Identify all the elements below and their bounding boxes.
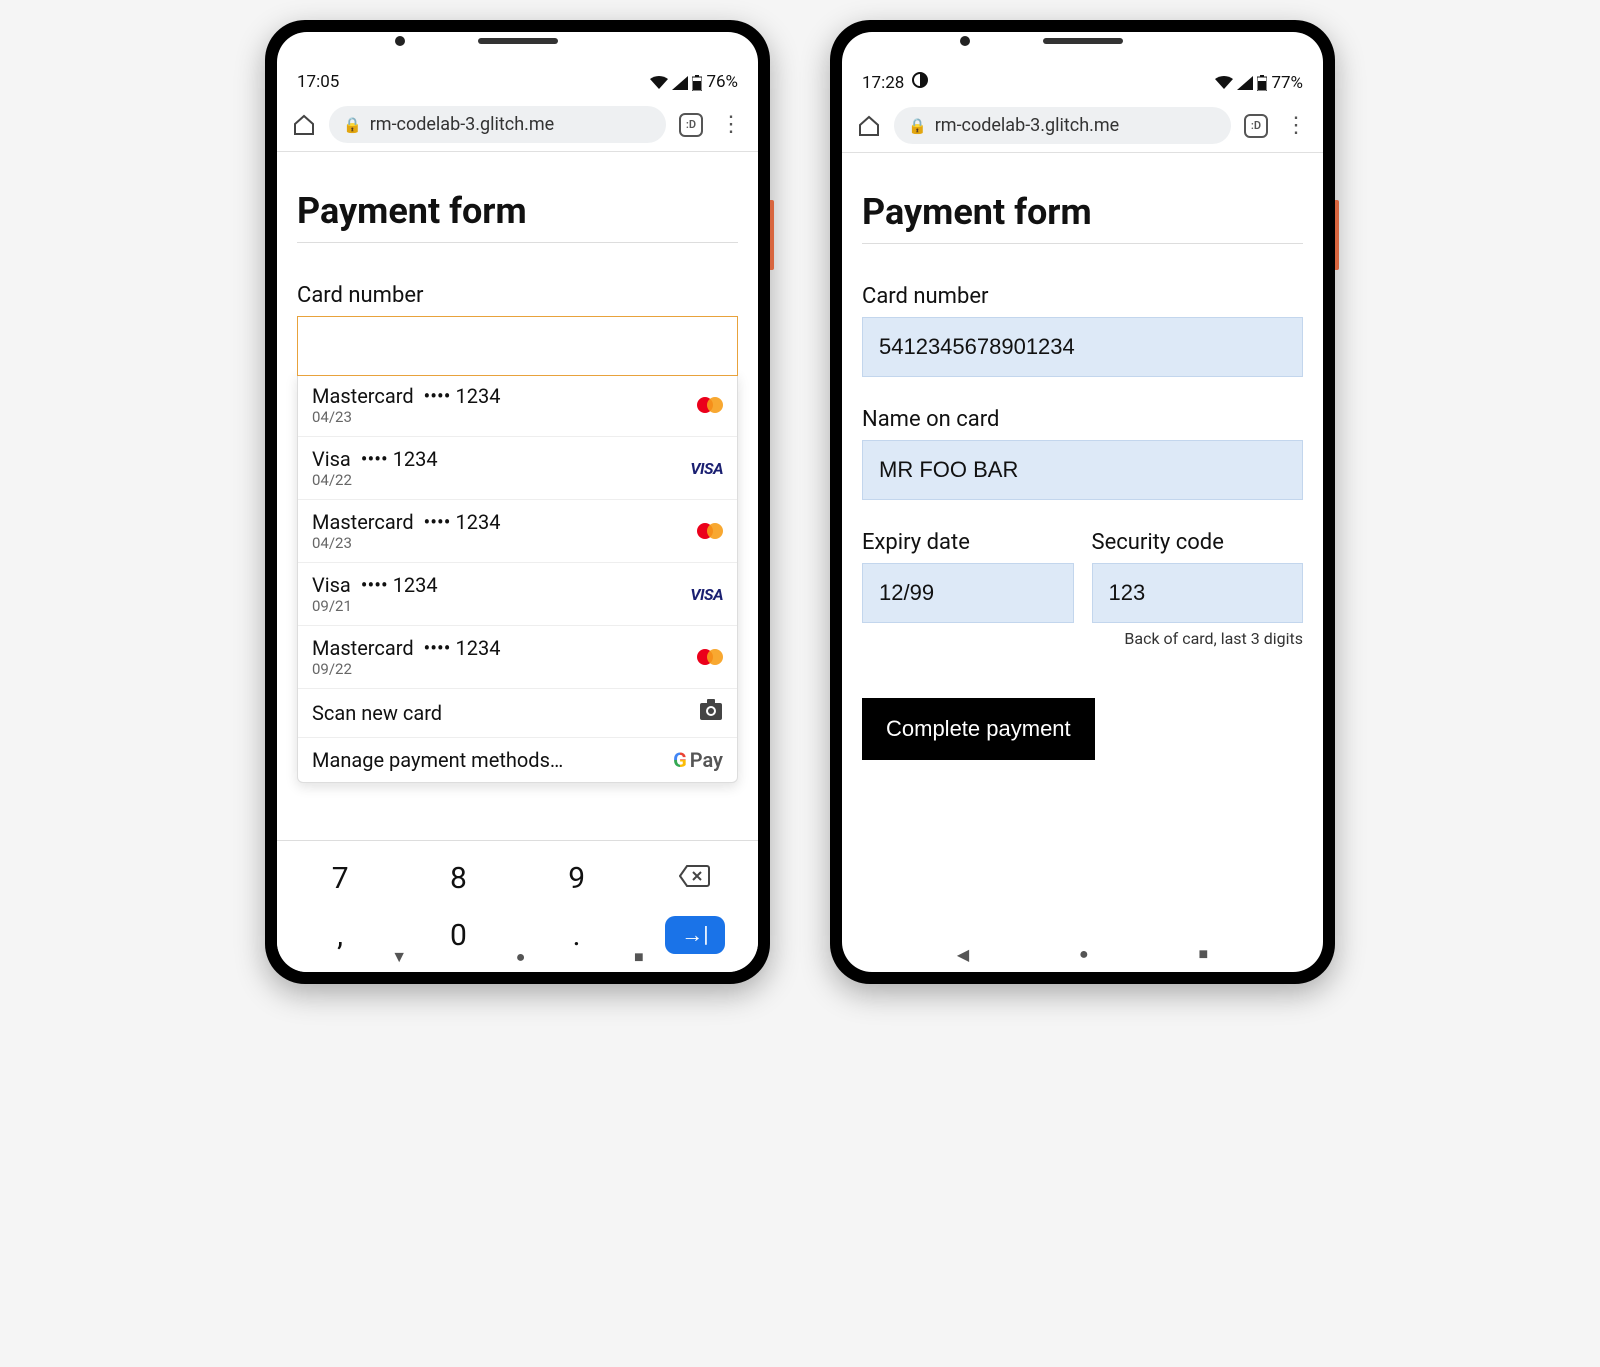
camera-icon [699,699,723,727]
menu-icon[interactable]: ⋮ [1281,113,1311,138]
url-bar[interactable]: 🔒 rm-codelab-3.glitch.me [894,107,1231,144]
card-number-input[interactable] [297,316,738,376]
name-label: Name on card [862,407,1303,432]
home-icon[interactable] [854,114,884,138]
cvc-hint: Back of card, last 3 digits [1092,629,1304,648]
autofill-dropdown: Mastercard •••• 1234 04/23 Visa •••• 123… [297,374,738,783]
battery-icon [692,72,702,92]
clock: 17:28 [862,73,904,93]
card-number-input[interactable] [862,317,1303,377]
signal-icon [672,72,688,92]
browser-toolbar: 🔒 rm-codelab-3.glitch.me :D ⋮ [277,98,758,152]
expiry-label: Expiry date [862,530,1074,555]
mastercard-icon [697,523,723,539]
battery-percent: 77% [1271,73,1303,93]
mastercard-icon [697,397,723,413]
clock: 17:05 [297,72,339,92]
keypad-key[interactable]: 9 [547,861,607,896]
visa-icon: VISA [690,585,723,604]
nav-back-icon[interactable]: ▼ [391,947,407,967]
numeric-keypad: 7 8 9 , 0 . →| ▼ ● ■ [277,840,758,972]
keypad-key[interactable]: 8 [428,861,488,896]
name-input[interactable] [862,440,1303,500]
lock-icon: 🔒 [908,117,927,135]
card-number-label: Card number [297,283,738,308]
page-title: Payment form [297,190,738,232]
autofill-card-item[interactable]: Mastercard •••• 1234 04/23 [298,374,737,437]
keypad-key[interactable]: 7 [310,861,370,896]
manage-payments-button[interactable]: Manage payment methods… GPay [298,738,737,782]
backspace-key[interactable] [665,861,725,896]
nav-back-icon[interactable]: ◀ [957,945,969,964]
battery-percent: 76% [706,72,738,92]
expiry-input[interactable] [862,563,1074,623]
autofill-card-item[interactable]: Visa •••• 1234 04/22 VISA [298,437,737,500]
cvc-label: Security code [1092,530,1304,555]
divider [862,243,1303,244]
autofill-card-item[interactable]: Mastercard •••• 1234 04/23 [298,500,737,563]
submit-button[interactable]: Complete payment [862,698,1095,760]
phone-right: 17:28 77% [830,20,1335,984]
lock-icon: 🔒 [343,116,362,134]
phone-left: 17:05 76% 🔒 rm-codelab-3.g [265,20,770,984]
nav-recent-icon[interactable]: ■ [1198,944,1208,964]
gpay-icon: GPay [673,748,723,772]
nav-home-icon[interactable]: ● [516,947,526,967]
page-title: Payment form [862,191,1303,233]
battery-icon [1257,73,1267,93]
url-bar[interactable]: 🔒 rm-codelab-3.glitch.me [329,106,666,143]
tab-switcher[interactable]: :D [1241,114,1271,138]
card-number-label: Card number [862,284,1303,309]
menu-icon[interactable]: ⋮ [716,112,746,137]
statusbar: 17:05 76% [277,62,758,98]
wifi-icon [1215,73,1233,93]
wifi-icon [650,72,668,92]
statusbar: 17:28 77% [842,62,1323,99]
visa-icon: VISA [690,459,723,478]
datasaver-icon [912,72,928,93]
autofill-card-item[interactable]: Mastercard •••• 1234 09/22 [298,626,737,689]
tab-switcher[interactable]: :D [676,113,706,137]
signal-icon [1237,73,1253,93]
home-icon[interactable] [289,113,319,137]
url-text: rm-codelab-3.glitch.me [370,114,555,135]
nav-recent-icon[interactable]: ■ [634,947,644,967]
mastercard-icon [697,649,723,665]
scan-card-button[interactable]: Scan new card [298,689,737,738]
autofill-card-item[interactable]: Visa •••• 1234 09/21 VISA [298,563,737,626]
nav-home-icon[interactable]: ● [1079,944,1089,964]
cvc-input[interactable] [1092,563,1304,623]
divider [297,242,738,243]
url-text: rm-codelab-3.glitch.me [935,115,1120,136]
browser-toolbar: 🔒 rm-codelab-3.glitch.me :D ⋮ [842,99,1323,153]
